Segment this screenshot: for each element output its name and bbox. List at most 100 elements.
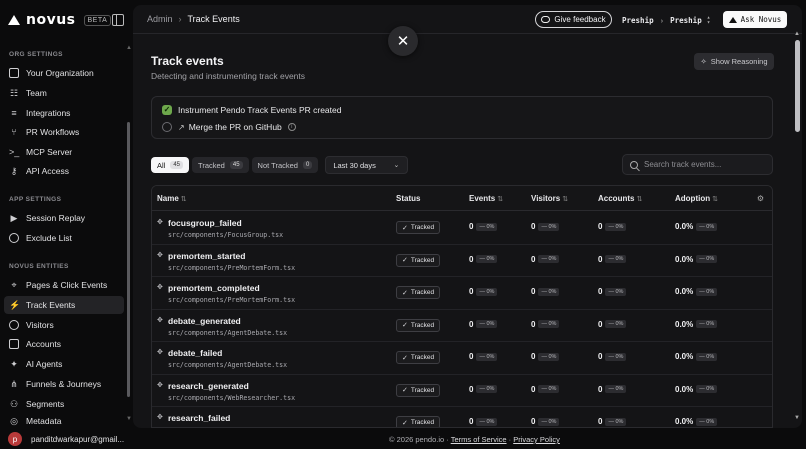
ask-novus-button[interactable]: Ask Novus bbox=[723, 11, 787, 28]
breadcrumb-current: Track Events bbox=[187, 14, 240, 24]
accounts-cell: 0— 0% bbox=[598, 352, 627, 361]
bolt-icon: ⚡ bbox=[9, 300, 21, 310]
count-badge: 45 bbox=[170, 161, 184, 169]
events-cell: 0— 0% bbox=[469, 254, 498, 264]
search-box[interactable] bbox=[622, 154, 773, 175]
visitors-value: 0 bbox=[531, 352, 536, 361]
external-link-icon[interactable]: ↗ bbox=[178, 123, 185, 132]
adoption-cell: 0.0% — 0% bbox=[675, 222, 718, 231]
section-app-settings: APP SETTINGS bbox=[9, 196, 62, 203]
date-range-select[interactable]: Last 30 days ⌄ bbox=[325, 156, 409, 174]
main-scroll-down-icon[interactable]: ▼ bbox=[794, 415, 800, 421]
info-icon[interactable]: i bbox=[287, 123, 296, 131]
adoption-value: 0.0% bbox=[675, 222, 694, 231]
column-label: Name bbox=[157, 194, 179, 203]
main-scroll-up-icon[interactable]: ▲ bbox=[794, 31, 800, 37]
section-novus-entities: NOVUS ENTITIES bbox=[9, 263, 69, 270]
accounts-value: 0 bbox=[598, 222, 603, 231]
delta-badge: — 0% bbox=[538, 287, 560, 296]
column-accounts[interactable]: Accounts ⇅ bbox=[598, 194, 642, 203]
terms-link[interactable]: Terms of Service bbox=[451, 435, 507, 444]
org-name: Preship bbox=[622, 15, 654, 25]
events-value: 0 bbox=[469, 287, 474, 296]
visitors-cell: 0— 0% bbox=[531, 287, 560, 296]
sidebar-item-team[interactable]: ☷ Team bbox=[4, 84, 124, 102]
table-row[interactable]: ✥ premortem_completed src/components/Pre… bbox=[152, 277, 772, 310]
bolt-icon: ✥ bbox=[157, 316, 163, 324]
sidebar-item-visitors[interactable]: Visitors bbox=[4, 316, 124, 334]
visitors-value: 0 bbox=[531, 319, 536, 329]
breadcrumb-admin[interactable]: Admin bbox=[147, 14, 173, 24]
sidebar: novus BETA ▲ ORG SETTINGS Your Organizat… bbox=[0, 0, 132, 428]
user-menu[interactable]: p panditdwarkapur@gmail... bbox=[8, 432, 124, 446]
breadcrumb: Admin › Track Events bbox=[147, 14, 240, 24]
column-adoption[interactable]: Adoption ⇅ bbox=[675, 194, 718, 203]
sidebar-item-integrations[interactable]: ≡ Integrations bbox=[4, 104, 124, 122]
events-value: 0 bbox=[469, 254, 474, 264]
show-reasoning-button[interactable]: ✧ Show Reasoning bbox=[694, 53, 774, 70]
accounts-value: 0 bbox=[598, 254, 603, 264]
column-visitors[interactable]: Visitors ⇅ bbox=[531, 194, 568, 203]
sidebar-scrollbar[interactable] bbox=[127, 122, 130, 397]
events-cell: 0— 0% bbox=[469, 287, 498, 296]
ask-novus-label: Ask Novus bbox=[740, 15, 782, 24]
brand-name: novus bbox=[26, 12, 76, 28]
sidebar-item-pr-workflows[interactable]: ⑂ PR Workflows bbox=[4, 123, 124, 141]
sidebar-item-label: Funnels & Journeys bbox=[26, 379, 102, 389]
delta-badge: — 0% bbox=[605, 385, 627, 393]
table-row[interactable]: ✥ debate_generated src/components/AgentD… bbox=[152, 310, 772, 342]
sidebar-item-funnels-journeys[interactable]: ⋔ Funnels & Journeys bbox=[4, 375, 124, 393]
merge-pr-link[interactable]: Merge the PR on GitHub bbox=[189, 122, 282, 132]
delta-badge: — 0% bbox=[538, 222, 560, 231]
sparkle-icon: ✧ bbox=[700, 57, 707, 66]
privacy-link[interactable]: Privacy Policy bbox=[513, 435, 560, 444]
sidebar-item-pages-click-events[interactable]: ⌖ Pages & Click Events bbox=[4, 276, 124, 294]
column-events[interactable]: Events ⇅ bbox=[469, 194, 503, 203]
tab-tracked[interactable]: Tracked 45 bbox=[192, 157, 249, 173]
sidebar-item-your-organization[interactable]: Your Organization bbox=[4, 64, 124, 82]
delta-badge: — 0% bbox=[605, 417, 627, 426]
tab-label: Not Tracked bbox=[257, 160, 298, 170]
org-switcher[interactable]: Preship › Preship ▴ ▾ bbox=[622, 15, 710, 26]
search-input[interactable] bbox=[644, 160, 764, 169]
adoption-value: 0.0% bbox=[675, 287, 694, 296]
sidebar-scroll-up-icon[interactable]: ▲ bbox=[126, 45, 132, 51]
status-badge: ✓ Tracked bbox=[396, 286, 441, 299]
sidebar-scroll-down-icon[interactable]: ▼ bbox=[126, 416, 132, 422]
sidebar-item-segments[interactable]: ⚇ Segments bbox=[4, 395, 124, 413]
table-row[interactable]: ✥ debate_failed src/components/AgentDeba… bbox=[152, 342, 772, 375]
sidebar-item-accounts[interactable]: Accounts bbox=[4, 335, 124, 353]
sidebar-item-metadata[interactable]: ◎ Metadata bbox=[4, 414, 124, 426]
delta-badge: — 0% bbox=[605, 287, 627, 296]
adoption-value: 0.0% bbox=[675, 352, 694, 361]
events-value: 0 bbox=[469, 417, 474, 426]
table-row[interactable]: ✥ research_failed ✓ Tracked 0— 0% 0— 0% 0… bbox=[152, 407, 772, 427]
table-row[interactable]: ✥ premortem_started src/components/PreMo… bbox=[152, 245, 772, 277]
give-feedback-label: Give feedback bbox=[554, 15, 606, 24]
accounts-cell: 0— 0% bbox=[598, 287, 627, 296]
adoption-cell: 0.0% — 0% bbox=[675, 352, 718, 361]
delta-badge: — 0% bbox=[476, 222, 498, 231]
sidebar-item-api-access[interactable]: ⚷ API Access bbox=[4, 162, 124, 180]
column-name[interactable]: Name ⇅ bbox=[157, 194, 187, 203]
table-row[interactable]: ✥ research_generated src/components/WebR… bbox=[152, 375, 772, 407]
give-feedback-button[interactable]: Give feedback bbox=[535, 11, 612, 28]
sidebar-item-session-replay[interactable]: ▶ Session Replay bbox=[4, 209, 124, 227]
main-scrollbar[interactable] bbox=[795, 40, 800, 132]
accounts-cell: 0— 0% bbox=[598, 254, 627, 264]
column-settings-icon[interactable]: ⚙ bbox=[757, 194, 764, 203]
table-row[interactable]: ✥ focusgroup_failed src/components/Focus… bbox=[152, 212, 772, 245]
events-cell: 0— 0% bbox=[469, 417, 498, 426]
close-button[interactable]: ✕ bbox=[388, 26, 418, 56]
brand[interactable]: novus BETA bbox=[8, 11, 112, 29]
tab-not-tracked[interactable]: Not Tracked 0 bbox=[251, 157, 319, 173]
sidebar-toggle-icon[interactable] bbox=[112, 14, 124, 26]
sidebar-item-ai-agents[interactable]: ✦ AI Agents bbox=[4, 355, 124, 373]
id-card-icon bbox=[9, 68, 19, 78]
avatar: p bbox=[8, 432, 22, 446]
tab-all[interactable]: All 45 bbox=[151, 157, 190, 173]
sidebar-item-mcp-server[interactable]: >_ MCP Server bbox=[4, 143, 124, 161]
sidebar-item-track-events[interactable]: ⚡ Track Events bbox=[4, 296, 124, 314]
sidebar-item-exclude-list[interactable]: Exclude List bbox=[4, 229, 124, 247]
project-name: Preship bbox=[670, 15, 702, 25]
